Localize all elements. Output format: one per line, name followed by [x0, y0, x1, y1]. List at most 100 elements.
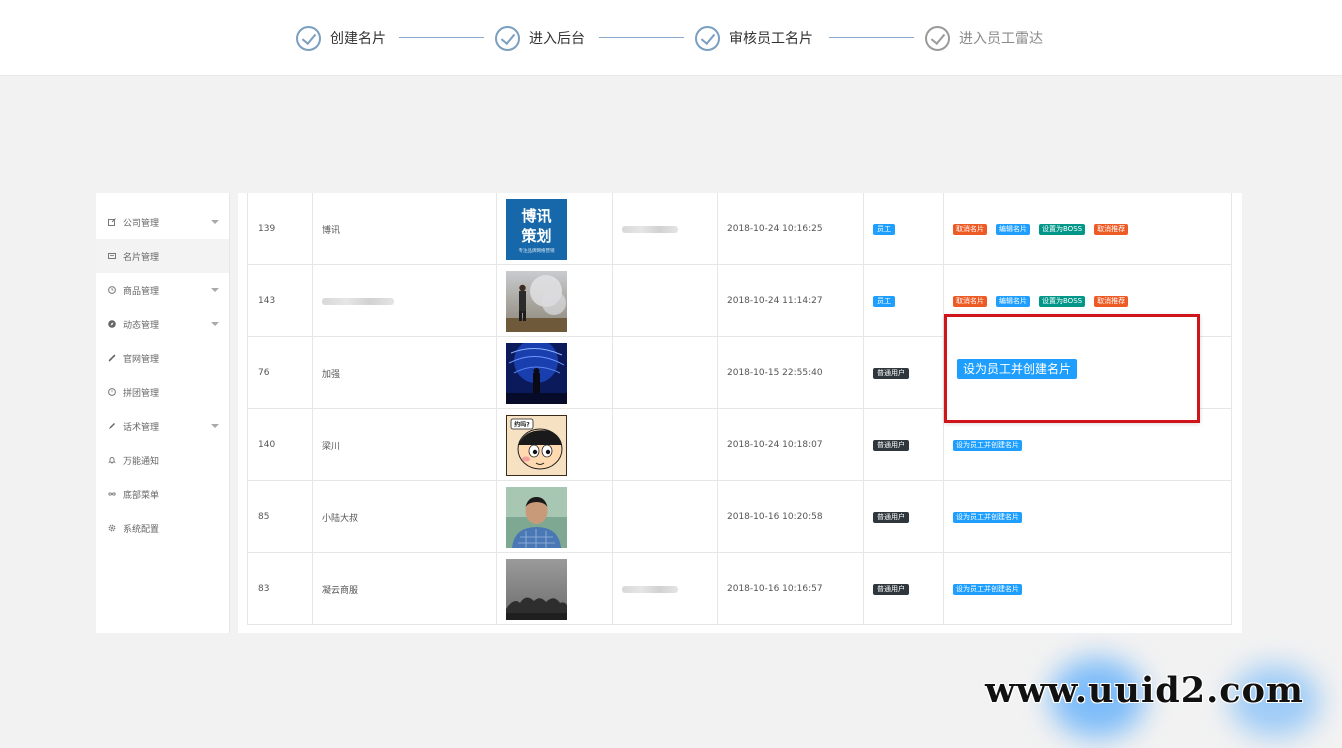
- cancel-card-button[interactable]: 取消名片: [953, 223, 987, 235]
- step-connector: [829, 37, 914, 38]
- sidebar-gutter: [230, 193, 238, 633]
- make-employee-button[interactable]: 设为员工并创建名片: [953, 583, 1022, 595]
- cell-phone: [612, 265, 717, 337]
- step-review-cards: 审核员工名片: [695, 25, 813, 51]
- cell-role: 普通用户: [863, 409, 943, 481]
- cancel-card-button[interactable]: 取消名片: [953, 295, 987, 307]
- sidebar-item-moments[interactable]: 动态管理: [96, 307, 229, 341]
- cell-name: 博讯: [312, 193, 496, 265]
- sidebar-item-notifications[interactable]: 万能通知: [96, 443, 229, 477]
- edit-card-button[interactable]: 编辑名片: [996, 223, 1030, 235]
- step-label: 进入员工雷达: [959, 31, 1043, 47]
- sidebar-item-company[interactable]: 公司管理: [96, 205, 229, 239]
- speech-bubble-text: 约吗?: [514, 420, 530, 428]
- sidebar-item-label: 系统配置: [123, 524, 160, 535]
- cell-role: 员工: [863, 193, 943, 265]
- role-badge: 员工: [873, 295, 895, 307]
- sidebar-item-label: 官网管理: [123, 354, 160, 365]
- blurred-phone: [622, 585, 678, 593]
- blurred-name: [322, 297, 394, 305]
- chevron-down-icon: [211, 288, 219, 292]
- cell-actions: 取消名片 编辑名片 设置为BOSS 取消推荐: [943, 193, 1233, 265]
- cell-name: 加强: [312, 337, 496, 409]
- step-employee-radar: 进入员工雷达: [925, 25, 1043, 51]
- role-badge: 普通用户: [873, 583, 909, 595]
- check-circle-icon: [495, 25, 520, 51]
- pencil-icon: [108, 422, 116, 430]
- cancel-recommend-button[interactable]: 取消推荐: [1094, 295, 1129, 307]
- cell-time: 2018-10-24 10:16:25: [717, 193, 863, 265]
- sidebar-item-bottom-menu[interactable]: 底部菜单: [96, 477, 229, 511]
- sidebar-item-label: 公司管理: [123, 218, 160, 229]
- cancel-recommend-button[interactable]: 取消推荐: [1094, 223, 1129, 235]
- cell-role: 普通用户: [863, 481, 943, 553]
- sidebar-item-cards[interactable]: 名片管理: [96, 239, 229, 273]
- set-boss-button[interactable]: 设置为BOSS: [1039, 223, 1086, 235]
- sidebar-item-label: 话术管理: [123, 422, 160, 433]
- gear-icon: [108, 524, 116, 532]
- cell-time: 2018-10-16 10:20:58: [717, 481, 863, 553]
- table-row: 85 小陆大叔 2018-10-16 10:20:58 普通用户 设为员工并创建…: [248, 481, 1231, 553]
- edit-square-icon: [108, 218, 116, 226]
- cell-avatar: 博讯 策划 专注品牌网络营销: [496, 193, 612, 265]
- cell-avatar: [496, 337, 612, 409]
- sidebar-item-label: 动态管理: [123, 320, 160, 331]
- check-circle-icon: [925, 25, 950, 51]
- make-employee-button[interactable]: 设为员工并创建名片: [953, 511, 1022, 523]
- sidebar-item-group-buy[interactable]: 拼团管理: [96, 375, 229, 409]
- cell-phone: [612, 481, 717, 553]
- compass-icon: [108, 320, 116, 328]
- sidebar-item-label: 名片管理: [123, 252, 160, 263]
- cell-id: 85: [258, 512, 270, 522]
- make-employee-button-zoomed[interactable]: 设为员工并创建名片: [957, 359, 1078, 379]
- table-row: 139 博讯 博讯 策划 专注品牌网络营销 2018-10-24 10:16:2…: [248, 193, 1231, 265]
- logo-line-2: 策划: [520, 227, 551, 245]
- link-icon: [108, 354, 116, 362]
- cell-name: 小陆大叔: [312, 481, 496, 553]
- step-connector: [599, 37, 684, 38]
- sidebar-item-scripts[interactable]: 话术管理: [96, 409, 229, 443]
- check-circle-icon: [695, 25, 720, 51]
- role-badge: 普通用户: [873, 439, 909, 451]
- cell-role: 普通用户: [863, 553, 943, 625]
- blurred-phone: [622, 225, 678, 233]
- cell-id: 83: [258, 584, 270, 594]
- table-row: 83 凝云商服 2018-10-16 10:16:57 普通用户 设为员工并创建…: [248, 553, 1231, 625]
- step-enter-backend: 进入后台: [495, 25, 585, 51]
- cell-time: 2018-10-16 10:16:57: [717, 553, 863, 625]
- role-badge: 普通用户: [873, 511, 909, 523]
- cell-actions: 设为员工并创建名片: [943, 481, 1233, 553]
- circle-clock-icon: [108, 388, 116, 396]
- sidebar-item-system-config[interactable]: 系统配置: [96, 511, 229, 545]
- cell-id: 140: [258, 440, 276, 450]
- cell-name: 梁川: [312, 409, 496, 481]
- cell-time: 2018-10-15 22:55:40: [717, 337, 863, 409]
- foggy-trees-avatar: [506, 558, 567, 620]
- boxun-logo-avatar: 博讯 策划 专注品牌网络营销: [506, 198, 567, 260]
- cell-time: 2018-10-24 11:14:27: [717, 265, 863, 337]
- edit-card-button[interactable]: 编辑名片: [996, 295, 1030, 307]
- sidebar-item-website[interactable]: 官网管理: [96, 341, 229, 375]
- logo-caption: 专注品牌网络营销: [519, 247, 555, 254]
- man-portrait-avatar: [506, 486, 567, 548]
- card-icon: [108, 252, 116, 260]
- make-employee-button[interactable]: 设为员工并创建名片: [953, 439, 1022, 451]
- set-boss-button[interactable]: 设置为BOSS: [1039, 295, 1086, 307]
- sidebar-item-products[interactable]: 商品管理: [96, 273, 229, 307]
- sidebar-item-label: 万能通知: [123, 456, 160, 467]
- logo-line-1: 博讯: [521, 207, 551, 225]
- cartoon-boy-avatar: 约吗?: [506, 414, 567, 476]
- chevron-down-icon: [211, 322, 219, 326]
- role-badge: 普通用户: [873, 367, 909, 379]
- sidebar-item-label: 商品管理: [123, 286, 160, 297]
- cell-role: 普通用户: [863, 337, 943, 409]
- clock-icon: [108, 286, 116, 294]
- cell-name: [312, 265, 496, 337]
- cell-phone: [612, 409, 717, 481]
- stepper-bar: 创建名片 进入后台 审核员工名片 进入员工雷达: [0, 0, 1342, 76]
- cell-id: 139: [258, 224, 276, 234]
- chevron-down-icon: [211, 220, 219, 224]
- cell-time: 2018-10-24 10:18:07: [717, 409, 863, 481]
- infinity-icon: [108, 490, 116, 498]
- cell-id: 76: [258, 368, 270, 378]
